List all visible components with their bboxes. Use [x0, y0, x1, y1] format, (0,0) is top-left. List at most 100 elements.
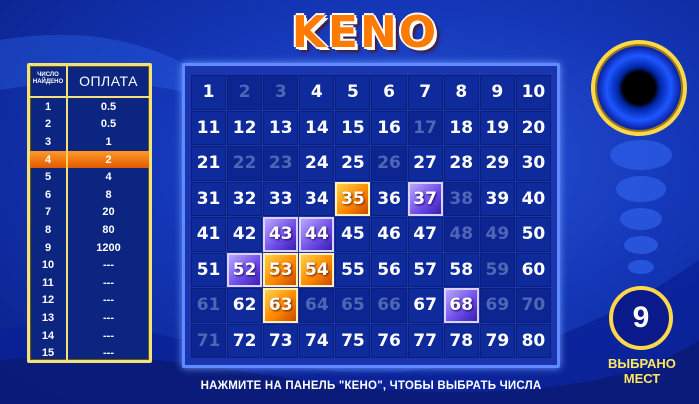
- number-cell-26[interactable]: 26: [371, 146, 407, 181]
- paytable-row-count: 5: [30, 168, 68, 186]
- number-cell-54[interactable]: 54: [299, 252, 335, 287]
- number-cell-45[interactable]: 45: [335, 217, 371, 252]
- number-cell-63[interactable]: 63: [263, 288, 299, 323]
- selected-count-badge: 9: [609, 286, 673, 350]
- number-cell-34[interactable]: 34: [299, 181, 335, 216]
- number-cell-62[interactable]: 62: [227, 288, 263, 323]
- number-cell-64[interactable]: 64: [299, 288, 335, 323]
- keno-board[interactable]: 1 2 3 4 5 6 7 8 9 10 11 12 13 14 15 16 17 18 19 20 21 22 23 24 2…: [182, 63, 560, 368]
- paytable-row-pay: 2: [105, 153, 112, 166]
- number-cell-3[interactable]: 3: [263, 75, 299, 110]
- number-cell-44[interactable]: 44: [299, 217, 335, 252]
- number-cell-13[interactable]: 13: [263, 110, 299, 145]
- paytable-row: 1 0.5: [30, 98, 149, 116]
- number-cell-4[interactable]: 4: [299, 75, 335, 110]
- number-cell-8[interactable]: 8: [443, 75, 479, 110]
- number-cell-33[interactable]: 33: [263, 181, 299, 216]
- number-cell-9[interactable]: 9: [479, 75, 515, 110]
- number-cell-56[interactable]: 56: [371, 252, 407, 287]
- number-cell-57[interactable]: 57: [407, 252, 443, 287]
- number-cell-58[interactable]: 58: [443, 252, 479, 287]
- number-cell-16[interactable]: 16: [371, 110, 407, 145]
- number-cell-77[interactable]: 77: [407, 323, 443, 358]
- paytable-row-count: 1: [30, 98, 68, 116]
- number-cell-50[interactable]: 50: [515, 217, 551, 252]
- number-cell-75[interactable]: 75: [335, 323, 371, 358]
- paytable-row: 54: [30, 168, 149, 186]
- paytable-row: 42: [30, 150, 149, 169]
- number-cell-46[interactable]: 46: [371, 217, 407, 252]
- number-cell-19[interactable]: 19: [479, 110, 515, 145]
- number-cell-14[interactable]: 14: [299, 110, 335, 145]
- number-cell-71[interactable]: 71: [191, 323, 227, 358]
- number-cell-52[interactable]: 52: [227, 252, 263, 287]
- number-cell-66[interactable]: 66: [371, 288, 407, 323]
- number-cell-79[interactable]: 79: [479, 323, 515, 358]
- number-cell-32[interactable]: 32: [227, 181, 263, 216]
- number-cell-23[interactable]: 23: [263, 146, 299, 181]
- number-cell-36[interactable]: 36: [371, 181, 407, 216]
- number-cell-1[interactable]: 1: [191, 75, 227, 110]
- number-cell-53[interactable]: 53: [263, 252, 299, 287]
- number-cell-6[interactable]: 6: [371, 75, 407, 110]
- paytable-row-pay: ---: [103, 276, 114, 289]
- number-cell-15[interactable]: 15: [335, 110, 371, 145]
- number-cell-40[interactable]: 40: [515, 181, 551, 216]
- number-cell-39[interactable]: 39: [479, 181, 515, 216]
- number-cell-20[interactable]: 20: [515, 110, 551, 145]
- number-cell-69[interactable]: 69: [479, 288, 515, 323]
- number-cell-42[interactable]: 42: [227, 217, 263, 252]
- number-cell-67[interactable]: 67: [407, 288, 443, 323]
- number-cell-68[interactable]: 68: [443, 288, 479, 323]
- game-title: KENO: [270, 6, 460, 58]
- number-cell-10[interactable]: 10: [515, 75, 551, 110]
- number-cell-80[interactable]: 80: [515, 323, 551, 358]
- number-cell-25[interactable]: 25: [335, 146, 371, 181]
- number-cell-76[interactable]: 76: [371, 323, 407, 358]
- number-cell-73[interactable]: 73: [263, 323, 299, 358]
- number-cell-17[interactable]: 17: [407, 110, 443, 145]
- number-cell-43[interactable]: 43: [263, 217, 299, 252]
- number-cell-70[interactable]: 70: [515, 288, 551, 323]
- number-cell-21[interactable]: 21: [191, 146, 227, 181]
- number-cell-61[interactable]: 61: [191, 288, 227, 323]
- paytable-row: 8 80: [30, 221, 149, 239]
- number-cell-47[interactable]: 47: [407, 217, 443, 252]
- number-cell-49[interactable]: 49: [479, 217, 515, 252]
- number-cell-55[interactable]: 55: [335, 252, 371, 287]
- number-cell-24[interactable]: 24: [299, 146, 335, 181]
- number-cell-74[interactable]: 74: [299, 323, 335, 358]
- number-cell-27[interactable]: 27: [407, 146, 443, 181]
- number-cell-48[interactable]: 48: [443, 217, 479, 252]
- number-cell-29[interactable]: 29: [479, 146, 515, 181]
- number-cell-31[interactable]: 31: [191, 181, 227, 216]
- paytable-row: 31: [30, 133, 149, 151]
- bubble-decoration: [624, 236, 658, 254]
- bubble-decoration: [620, 208, 662, 230]
- number-cell-72[interactable]: 72: [227, 323, 263, 358]
- number-cell-35[interactable]: 35: [335, 181, 371, 216]
- paytable-row-count: 2: [30, 115, 68, 134]
- number-cell-7[interactable]: 7: [407, 75, 443, 110]
- number-cell-78[interactable]: 78: [443, 323, 479, 358]
- number-cell-30[interactable]: 30: [515, 146, 551, 181]
- number-cell-18[interactable]: 18: [443, 110, 479, 145]
- number-cell-59[interactable]: 59: [479, 252, 515, 287]
- number-cell-60[interactable]: 60: [515, 252, 551, 287]
- number-cell-41[interactable]: 41: [191, 217, 227, 252]
- paytable-row-count: 13: [30, 309, 68, 327]
- number-cell-38[interactable]: 38: [443, 181, 479, 216]
- number-cell-28[interactable]: 28: [443, 146, 479, 181]
- number-cell-12[interactable]: 12: [227, 110, 263, 145]
- number-cell-37[interactable]: 37: [407, 181, 443, 216]
- number-cell-51[interactable]: 51: [191, 252, 227, 287]
- number-cell-65[interactable]: 65: [335, 288, 371, 323]
- paytable-row: 2 0.5: [30, 115, 149, 134]
- paytable-row: 10 ---: [30, 256, 149, 274]
- number-cell-2[interactable]: 2: [227, 75, 263, 110]
- number-cell-11[interactable]: 11: [191, 110, 227, 145]
- instruction-text: НАЖМИТЕ НА ПАНЕЛЬ "КЕНО", ЧТОБЫ ВЫБРАТЬ …: [200, 380, 542, 392]
- number-cell-5[interactable]: 5: [335, 75, 371, 110]
- paytable-row: 11 ---: [30, 273, 149, 292]
- number-cell-22[interactable]: 22: [227, 146, 263, 181]
